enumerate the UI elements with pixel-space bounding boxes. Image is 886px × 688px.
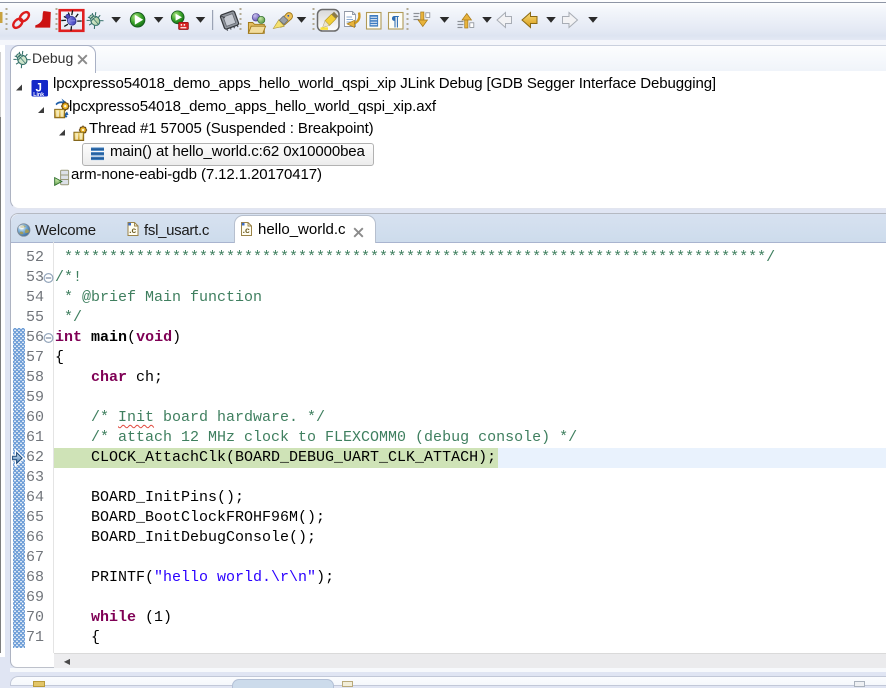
svg-text:¶: ¶ xyxy=(392,13,400,29)
svg-text:.c: .c xyxy=(243,225,250,235)
svg-text:.c: .c xyxy=(129,225,136,235)
svg-text:Link: Link xyxy=(33,92,44,98)
